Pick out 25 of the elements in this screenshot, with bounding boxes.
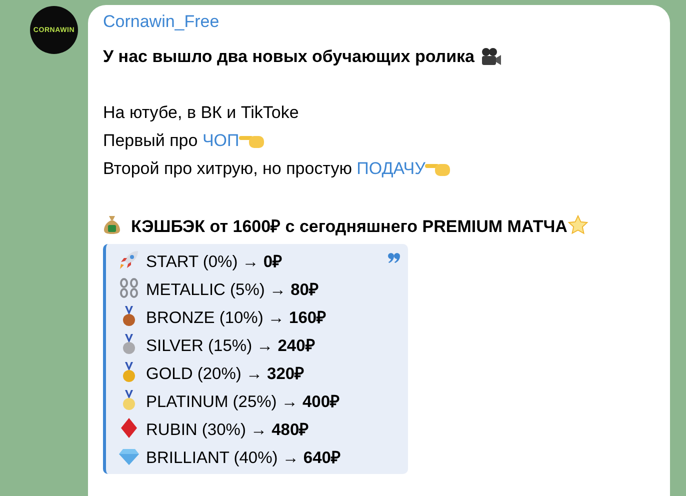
star-icon bbox=[567, 214, 590, 236]
message-text: Второй про хитрую, но простую bbox=[103, 159, 353, 179]
cashback-tier-text: PLATINUM (25%) → 400₽ bbox=[146, 392, 340, 412]
rocket-icon bbox=[118, 249, 140, 271]
cashback-tier-text: SILVER (15%) → 240₽ bbox=[146, 336, 316, 356]
message-link[interactable]: ПОДАЧУ bbox=[356, 159, 426, 179]
message-text: Первый про bbox=[103, 131, 199, 151]
channel-name[interactable]: Cornawin_Free bbox=[103, 11, 220, 33]
money-bag-icon bbox=[103, 215, 121, 235]
cashback-heading: КЭШБЭК от 1600₽ с сегодняшнего PREMIUM МАТЧА bbox=[131, 216, 568, 236]
pointing-hand-icon bbox=[239, 133, 266, 149]
cashback-tier-text: START (0%) → 0₽ bbox=[146, 252, 283, 272]
chain-icon bbox=[118, 277, 140, 299]
quote-icon bbox=[388, 253, 400, 263]
diamond-icon bbox=[118, 417, 140, 439]
video-camera-icon bbox=[480, 47, 502, 67]
message-title: У нас вышло два новых обучающих ролика bbox=[103, 47, 475, 67]
pointing-hand-icon bbox=[425, 161, 452, 177]
cashback-tier-text: GOLD (20%) → 320₽ bbox=[146, 364, 305, 384]
cashback-tier-text: METALLIC (5%) → 80₽ bbox=[146, 280, 319, 300]
cashback-tier-text: RUBIN (30%) → 480₽ bbox=[146, 420, 310, 440]
message-text: На ютубе, в ВК и TikToke bbox=[103, 103, 299, 123]
cashback-tier-text: BRONZE (10%) → 160₽ bbox=[146, 308, 327, 328]
message-link[interactable]: ЧОП bbox=[202, 131, 240, 151]
cashback-tier-text: BRILLIANT (40%) → 640₽ bbox=[146, 448, 341, 468]
